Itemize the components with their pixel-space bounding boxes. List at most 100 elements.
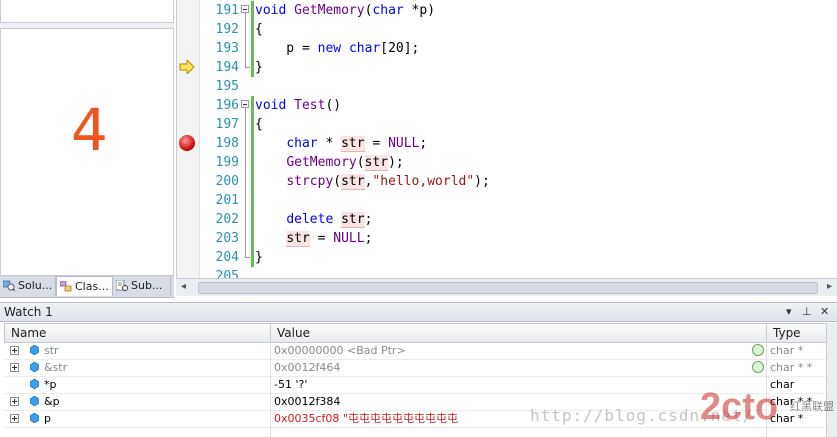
outline-marker: [241, 248, 251, 267]
tab-subversion[interactable]: Sub...: [113, 276, 171, 296]
outline-marker: [241, 134, 251, 153]
line-number: 193: [215, 41, 239, 56]
outline-marker: [241, 153, 251, 172]
close-icon[interactable]: ✕: [820, 303, 829, 321]
line-number: 196: [215, 98, 239, 113]
code-line[interactable]: 204}: [177, 248, 837, 267]
outline-marker: [241, 1, 251, 20]
watch-title: Watch 1: [4, 305, 53, 319]
column-divider: [270, 341, 271, 437]
tab-solution-explorer[interactable]: Solu...: [0, 276, 56, 296]
changed-line-marker: [251, 134, 254, 153]
outline-marker: [241, 191, 251, 210]
watch-name[interactable]: &str: [44, 359, 67, 376]
watch-value[interactable]: 0x0012f384: [274, 393, 340, 410]
variable-icon: [30, 396, 39, 406]
code-line[interactable]: 205: [177, 267, 837, 278]
variable-icon: [30, 345, 39, 355]
code-line[interactable]: 193 p = new char[20];: [177, 39, 837, 58]
code-line[interactable]: 196 void Test(): [177, 96, 837, 115]
watch-row[interactable]: str 0x00000000 <Bad Ptr> char *: [4, 342, 826, 360]
code-text: delete str;: [286, 212, 373, 228]
line-number: 200: [215, 174, 239, 189]
code-line[interactable]: 197 {: [177, 115, 837, 134]
editor-horizontal-scrollbar[interactable]: ◂ ▸: [176, 278, 837, 296]
watch-name[interactable]: *p: [44, 376, 56, 393]
changed-line-marker: [251, 153, 254, 172]
watch-type: char * *: [770, 361, 813, 374]
code-line[interactable]: 201: [177, 191, 837, 210]
tab-class-view[interactable]: Clas...: [56, 276, 113, 296]
watch-value[interactable]: 0x0035cf08 "屯屯屯屯屯屯屯屯屯屯: [274, 410, 458, 427]
outline-marker: [241, 229, 251, 248]
code-editor[interactable]: 191 void GetMemory(char *p) 192 {193 p = ne…: [176, 0, 837, 278]
code-line[interactable]: 202 delete str;: [177, 210, 837, 229]
watch-name[interactable]: str: [44, 342, 59, 359]
scroll-right-icon[interactable]: ▸: [827, 281, 832, 292]
code-line[interactable]: 203 str = NULL;: [177, 229, 837, 248]
expand-icon[interactable]: [10, 414, 19, 423]
window-position-dropdown-icon[interactable]: ▾: [786, 303, 792, 321]
changed-line-marker: [251, 39, 254, 58]
code-line[interactable]: 199 GetMemory(str);: [177, 153, 837, 172]
left-pane-top-panel: [0, 0, 174, 23]
code-text: {: [255, 117, 263, 132]
watch-value[interactable]: -51 '?': [274, 376, 307, 393]
left-pane-tabs: Solu... Clas... Sub...: [0, 276, 174, 298]
watch-row[interactable]: &str 0x0012f464 char * *: [4, 359, 826, 377]
refresh-icon[interactable]: [752, 361, 764, 373]
code-text: char * str = NULL;: [286, 136, 428, 152]
line-number: 194: [215, 60, 239, 75]
outline-marker: [241, 20, 251, 39]
watch-name[interactable]: p: [44, 410, 51, 427]
expand-icon[interactable]: [10, 346, 19, 355]
watch-name[interactable]: &p: [44, 393, 60, 410]
collapse-box-icon[interactable]: [241, 5, 249, 13]
column-header-type[interactable]: Type: [767, 324, 827, 342]
watermark-logo-sub: 红黑联盟: [790, 400, 834, 413]
column-header-name[interactable]: Name: [5, 324, 271, 342]
class-view-icon: [60, 281, 72, 292]
code-line[interactable]: 191 void GetMemory(char *p): [177, 1, 837, 20]
left-pane-content: 4: [0, 28, 174, 276]
collapse-box-icon[interactable]: [241, 100, 249, 108]
code-line[interactable]: 194}: [177, 58, 837, 77]
changed-line-marker: [251, 248, 254, 267]
column-header-value[interactable]: Value: [271, 324, 767, 342]
code-text: void GetMemory(char *p): [255, 3, 436, 18]
code-text: p = new char[20];: [255, 41, 420, 56]
code-text: strcpy(str,"hello,world");: [286, 174, 490, 190]
watch-vertical-scrollbar[interactable]: [826, 323, 837, 437]
expand-icon[interactable]: [10, 363, 19, 372]
line-number: 198: [215, 136, 239, 151]
changed-line-marker: [251, 20, 254, 39]
auto-hide-pin-icon[interactable]: ⊥: [802, 303, 812, 321]
watch-value[interactable]: 0x00000000 <Bad Ptr>: [274, 342, 406, 359]
tab-class-label: Clas...: [75, 280, 109, 293]
changed-line-marker: [251, 96, 254, 115]
outline-marker: [241, 58, 251, 77]
scroll-left-icon[interactable]: ◂: [181, 281, 186, 292]
changed-line-marker: [251, 115, 254, 134]
code-line[interactable]: 192 {: [177, 20, 837, 39]
code-line[interactable]: 200 strcpy(str,"hello,world");: [177, 172, 837, 191]
refresh-icon[interactable]: [752, 344, 764, 356]
line-number: 199: [215, 155, 239, 170]
variable-icon: [30, 362, 39, 372]
left-tool-pane: 4: [0, 0, 174, 276]
changed-line-marker: [251, 191, 254, 210]
code-line[interactable]: 198 char * str = NULL;: [177, 134, 837, 153]
scrollbar-thumb[interactable]: [198, 282, 818, 294]
outline-marker: [241, 39, 251, 58]
watch-title-bar: Watch 1 ▾ ⊥ ✕: [0, 303, 837, 322]
watch-value[interactable]: 0x0012f464: [274, 359, 340, 376]
line-number: 203: [215, 231, 239, 246]
code-text: void Test(): [255, 98, 342, 113]
tab-subversion-label: Sub...: [131, 279, 163, 292]
breakpoint-icon[interactable]: [179, 135, 195, 151]
line-number: 201: [215, 193, 239, 208]
solution-explorer-icon: [3, 280, 15, 291]
code-text: GetMemory(str);: [286, 155, 404, 171]
code-line[interactable]: 195: [177, 77, 837, 96]
expand-icon[interactable]: [10, 397, 19, 406]
